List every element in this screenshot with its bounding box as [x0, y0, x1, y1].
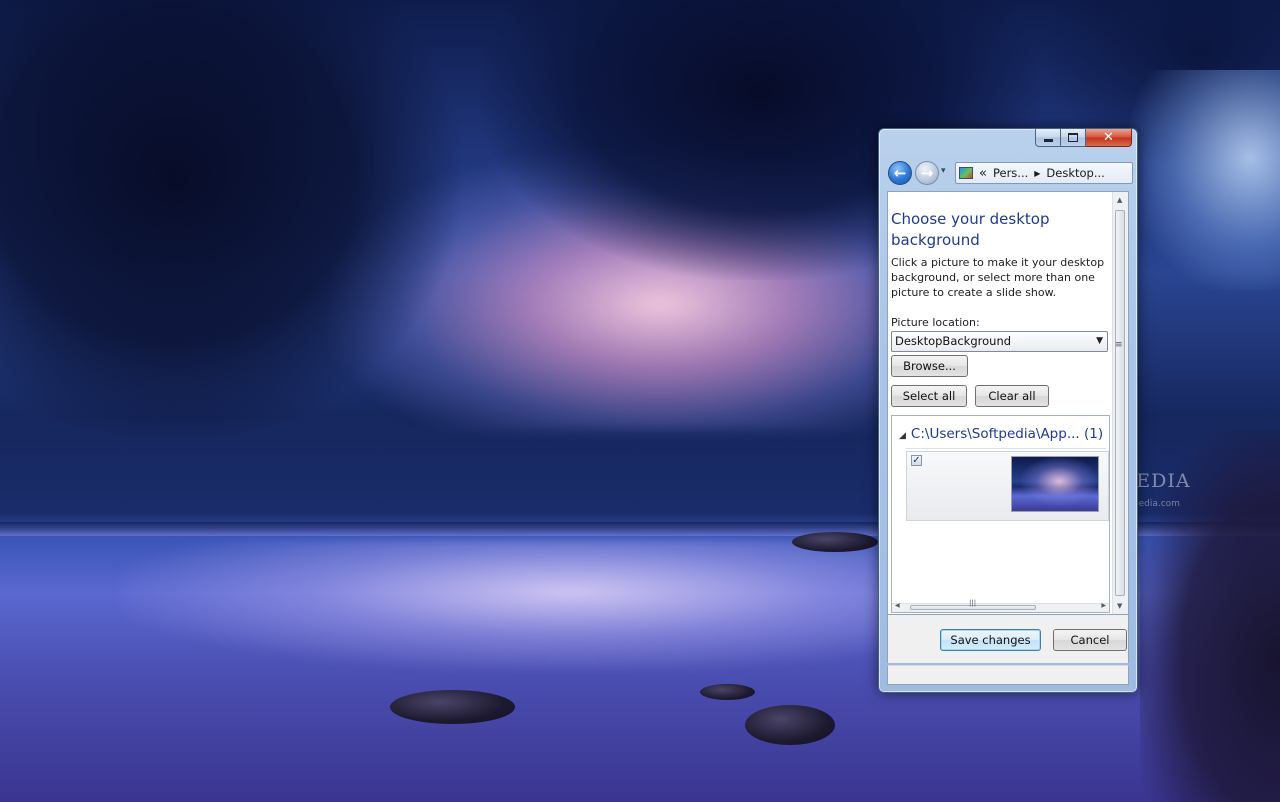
forward-button[interactable]: → — [915, 161, 939, 185]
picture-group-title: C:\Users\Softpedia\App... (1) — [910, 426, 1104, 442]
collapse-triangle-icon[interactable]: ◢ — [899, 431, 906, 441]
page-title: Choose your desktop background — [891, 210, 1050, 249]
scroll-down-icon[interactable]: ▼ — [1117, 602, 1122, 610]
scroll-grip-icon: ≡ — [1115, 340, 1123, 350]
scroll-right-icon[interactable]: ▶ — [1101, 602, 1106, 609]
cancel-button[interactable]: Cancel — [1053, 629, 1127, 651]
picture-location-value: DesktopBackground — [895, 334, 1012, 348]
rock — [745, 705, 835, 745]
button-bar: Save changes Cancel — [887, 615, 1129, 663]
maximize-icon — [1068, 133, 1078, 142]
vertical-scroll-thumb[interactable] — [1115, 210, 1125, 596]
address-bar[interactable]: « Pers... ▶ Desktop... — [955, 162, 1133, 184]
minimize-button[interactable] — [1035, 129, 1061, 147]
rock — [390, 690, 515, 724]
back-arrow-icon: ← — [893, 164, 907, 182]
close-button[interactable]: ✕ — [1086, 129, 1132, 147]
picture-list: ◢ C:\Users\Softpedia\App... (1) ✓ ◀ ||| ▶ — [891, 415, 1110, 613]
status-strip — [887, 665, 1129, 685]
group-divider — [906, 448, 1106, 449]
breadcrumb-separator-icon[interactable]: ▶ — [1034, 169, 1040, 178]
picture-tile[interactable]: ✓ — [906, 451, 1109, 521]
control-panel-icon — [959, 167, 973, 179]
sea-reflection — [120, 540, 940, 670]
vertical-scrollbar[interactable]: ▲ ≡ ▼ — [1112, 192, 1128, 614]
picture-group-header[interactable]: ◢ C:\Users\Softpedia\App... (1) — [899, 426, 1103, 442]
recent-pages-dropdown[interactable]: ▾ — [941, 166, 946, 176]
breadcrumb-personalization[interactable]: Pers... — [993, 166, 1028, 180]
picture-location-label: Picture location: — [891, 316, 980, 329]
content-pane: Choose your desktop background Click a p… — [887, 191, 1129, 615]
caption-buttons: ✕ — [1035, 129, 1132, 148]
forward-arrow-icon: → — [920, 164, 934, 182]
picture-thumbnail[interactable] — [1011, 456, 1099, 512]
sky-highlight — [1130, 70, 1280, 290]
select-all-button[interactable]: Select all — [891, 385, 967, 407]
close-icon: ✕ — [1103, 130, 1114, 145]
clear-all-button[interactable]: Clear all — [975, 385, 1049, 407]
scroll-grip-icon: ||| — [969, 599, 977, 607]
dropdown-arrow-icon: ▼ — [1096, 336, 1103, 346]
desktop-background-window: ✕ ← → ▾ « Pers... ▶ Desktop... Choose yo… — [878, 128, 1138, 693]
rock — [700, 684, 755, 700]
page-description: Click a picture to make it your desktop … — [891, 256, 1105, 299]
scroll-left-icon[interactable]: ◀ — [895, 602, 900, 609]
breadcrumb-desktop-background[interactable]: Desktop... — [1046, 166, 1104, 180]
picture-location-select[interactable]: DesktopBackground ▼ — [891, 331, 1108, 352]
scroll-up-icon[interactable]: ▲ — [1117, 196, 1122, 204]
minimize-icon — [1043, 138, 1053, 142]
browse-button[interactable]: Browse... — [891, 355, 968, 377]
horizontal-scrollbar[interactable]: ◀ ||| ▶ — [892, 599, 1109, 612]
back-button[interactable]: ← — [888, 161, 912, 185]
breadcrumb-overflow[interactable]: « — [979, 166, 987, 181]
picture-checkbox[interactable]: ✓ — [911, 455, 922, 466]
maximize-button[interactable] — [1061, 129, 1086, 147]
save-changes-button[interactable]: Save changes — [940, 629, 1041, 651]
storm-cloud-left — [0, 0, 460, 440]
navigation-bar: ← → ▾ « Pers... ▶ Desktop... — [887, 161, 1133, 187]
rock — [792, 532, 878, 552]
